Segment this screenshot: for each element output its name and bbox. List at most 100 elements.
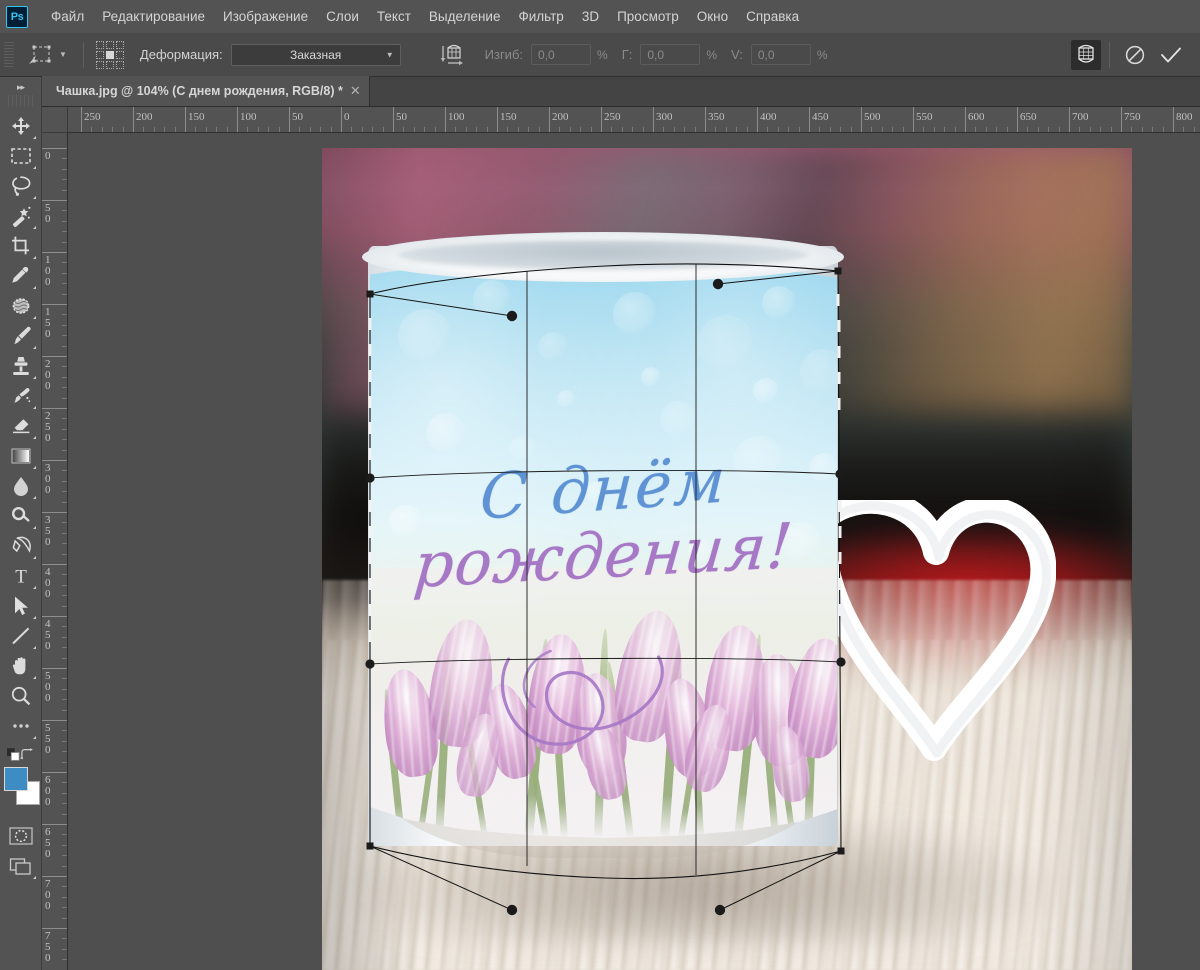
document-canvas[interactable]: С днём рождения! xyxy=(322,148,1132,970)
dodge-tool[interactable] xyxy=(4,501,38,531)
lasso-tool[interactable] xyxy=(4,171,38,201)
tool-preset-chevron-down-icon[interactable]: ▼ xyxy=(59,50,67,59)
ruler-v-minor-tick xyxy=(62,803,67,804)
commit-transform-button[interactable] xyxy=(1156,40,1186,70)
default-colors-icon xyxy=(7,748,21,762)
eyedropper-tool[interactable] xyxy=(4,261,38,291)
crop-tool[interactable] xyxy=(4,231,38,261)
document-tab-title: Чашка.jpg @ 104% (С днем рождения, RGB/8… xyxy=(56,84,343,98)
options-bar-grip[interactable] xyxy=(4,42,14,68)
collapse-toolbar-button[interactable]: ▸▸ xyxy=(0,79,41,95)
menu-view[interactable]: Просмотр xyxy=(608,5,688,28)
ruler-h-minor-tick xyxy=(715,127,716,132)
ruler-h-minor-tick xyxy=(476,127,477,132)
ruler-h-tick xyxy=(393,107,394,133)
ruler-h-minor-tick xyxy=(518,127,519,132)
ref-point-br[interactable] xyxy=(116,61,124,69)
ref-point-bl[interactable] xyxy=(96,61,104,69)
ruler-h-minor-tick xyxy=(591,127,592,132)
ref-point-center[interactable] xyxy=(106,51,114,59)
ruler-h-minor-tick xyxy=(643,127,644,132)
history-brush-tool[interactable] xyxy=(4,381,38,411)
ruler-v-minor-tick xyxy=(62,730,67,731)
ruler-h-minor-tick xyxy=(1079,127,1080,132)
spot-healing-brush-tool[interactable] xyxy=(4,291,38,321)
ref-point-tc[interactable] xyxy=(106,41,114,49)
ref-point-tl[interactable] xyxy=(96,41,104,49)
change-warp-orientation-icon[interactable] xyxy=(437,40,469,70)
move-tool[interactable] xyxy=(4,111,38,141)
ruler-h-label: 550 xyxy=(916,111,933,123)
menu-edit[interactable]: Редактирование xyxy=(93,5,214,28)
quick-mask-button[interactable] xyxy=(4,821,38,851)
vertical-ruler[interactable]: 0 50 100 150 200 250 300 350 400 450 500 550 600 650 7… xyxy=(42,133,68,970)
ruler-v-minor-tick xyxy=(62,834,67,835)
ruler-h-minor-tick xyxy=(1163,127,1164,132)
ruler-origin-corner[interactable] xyxy=(42,107,68,133)
color-swatches[interactable] xyxy=(4,767,38,807)
menu-select[interactable]: Выделение xyxy=(420,5,510,28)
path-selection-tool[interactable] xyxy=(4,591,38,621)
ruler-h-label: 400 xyxy=(760,111,777,123)
bokeh-circle xyxy=(734,436,784,486)
ruler-v-label: 700 xyxy=(45,879,56,912)
rectangular-marquee-tool[interactable] xyxy=(4,141,38,171)
ref-point-ml[interactable] xyxy=(96,51,104,59)
ruler-h-minor-tick xyxy=(632,127,633,132)
ref-point-bc[interactable] xyxy=(106,61,114,69)
reference-point-selector[interactable] xyxy=(96,41,124,69)
ruler-h-minor-tick xyxy=(487,127,488,132)
canvas-area[interactable]: С днём рождения! xyxy=(68,133,1200,970)
ruler-h-minor-tick xyxy=(892,127,893,132)
ruler-h-minor-tick xyxy=(123,127,124,132)
ruler-h-minor-tick xyxy=(570,127,571,132)
close-document-icon[interactable]: ✕ xyxy=(350,83,361,99)
menu-3d[interactable]: 3D xyxy=(573,5,608,28)
ruler-h-tick xyxy=(757,107,758,133)
ruler-h-tick xyxy=(1121,107,1122,133)
ruler-h-tick xyxy=(705,107,706,133)
horizontal-ruler[interactable]: 250 200 150 100 50 0 50 100 150 200 250 300 350 400 45… xyxy=(68,107,1200,133)
blur-tool[interactable] xyxy=(4,471,38,501)
pen-tool[interactable] xyxy=(4,531,38,561)
gradient-tool[interactable] xyxy=(4,441,38,471)
vertical-distortion-input[interactable]: 0,0 xyxy=(751,44,811,65)
ruler-v-minor-tick xyxy=(62,231,67,232)
screen-mode-button[interactable] xyxy=(4,851,38,881)
swatch-controls xyxy=(4,745,38,765)
zoom-tool[interactable] xyxy=(4,681,38,711)
ruler-h-minor-tick xyxy=(383,127,384,132)
toggle-warp-mode-button[interactable] xyxy=(1071,40,1101,70)
clone-stamp-tool[interactable] xyxy=(4,351,38,381)
ruler-v-minor-tick xyxy=(62,554,67,555)
menu-image[interactable]: Изображение xyxy=(214,5,317,28)
ruler-v-minor-tick xyxy=(62,762,67,763)
menu-filter[interactable]: Фильтр xyxy=(509,5,572,28)
menu-layers[interactable]: Слои xyxy=(317,5,368,28)
ruler-h-minor-tick xyxy=(372,127,373,132)
menu-type[interactable]: Текст xyxy=(368,5,420,28)
document-tab[interactable]: Чашка.jpg @ 104% (С днем рождения, RGB/8… xyxy=(42,76,370,106)
ruler-v-minor-tick xyxy=(62,793,67,794)
horizontal-distortion-input[interactable]: 0,0 xyxy=(640,44,700,65)
foreground-color-swatch[interactable] xyxy=(4,767,28,791)
line-tool[interactable] xyxy=(4,621,38,651)
brush-tool[interactable] xyxy=(4,321,38,351)
horizontal-type-tool[interactable]: T xyxy=(4,561,38,591)
ref-point-mr[interactable] xyxy=(116,51,124,59)
ruler-h-minor-tick xyxy=(1038,127,1039,132)
ruler-v-minor-tick xyxy=(62,377,67,378)
toolbar-grip[interactable] xyxy=(8,95,34,107)
cancel-transform-button[interactable] xyxy=(1120,40,1150,70)
menu-file[interactable]: Файл xyxy=(42,5,93,28)
bend-input[interactable]: 0,0 xyxy=(531,44,591,65)
ruler-h-minor-tick xyxy=(1183,127,1184,132)
magic-wand-tool[interactable] xyxy=(4,201,38,231)
menu-help[interactable]: Справка xyxy=(737,5,808,28)
warp-style-select[interactable]: Заказная ▼ xyxy=(231,44,401,66)
eraser-tool[interactable] xyxy=(4,411,38,441)
ref-point-tr[interactable] xyxy=(116,41,124,49)
edit-toolbar-button[interactable] xyxy=(4,711,38,741)
menu-window[interactable]: Окно xyxy=(688,5,737,28)
hand-tool[interactable] xyxy=(4,651,38,681)
